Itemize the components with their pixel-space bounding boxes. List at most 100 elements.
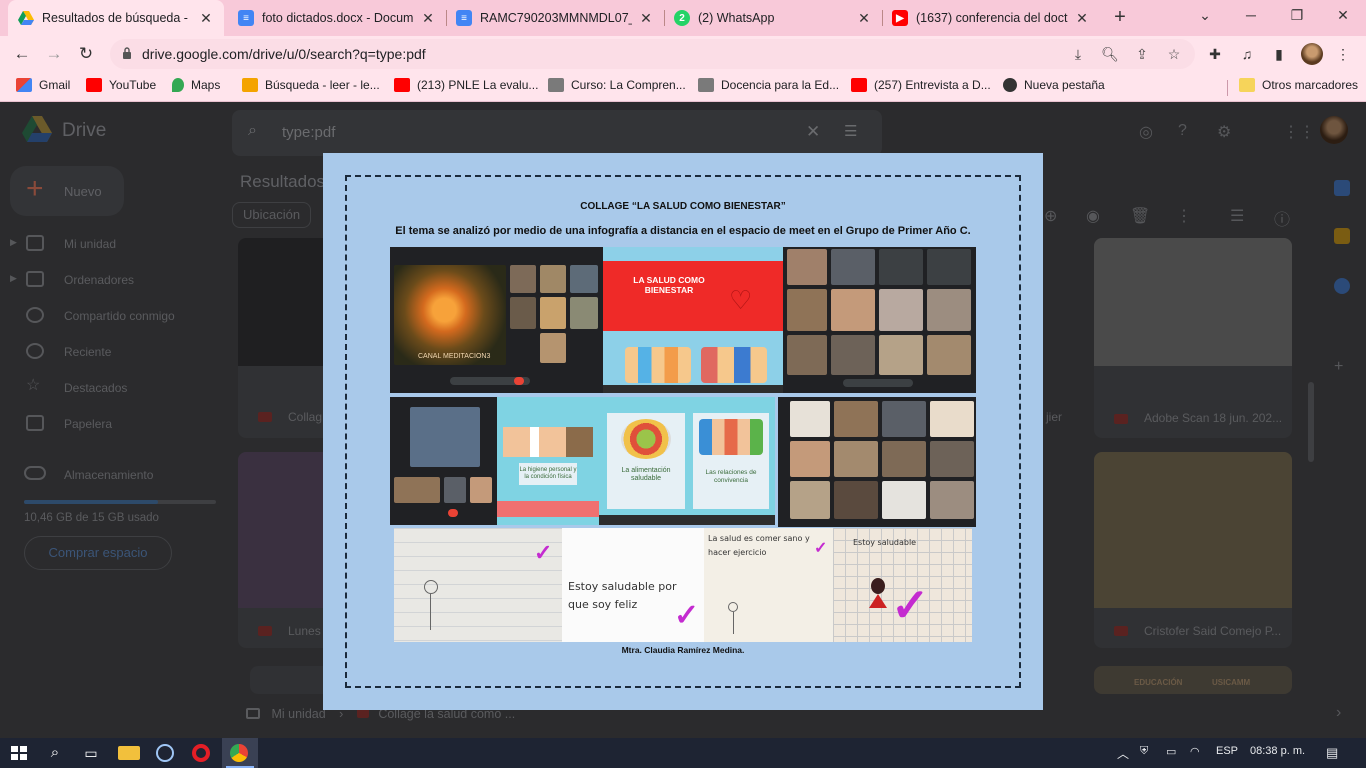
- close-icon[interactable]: ✕: [420, 10, 436, 27]
- restore-button[interactable]: ❐: [1274, 0, 1320, 30]
- tray-overflow-icon[interactable]: ︿: [1117, 745, 1129, 762]
- settings-gear-icon[interactable]: ⚙: [1217, 122, 1231, 142]
- file-name: Collag: [288, 410, 323, 424]
- notifications-icon[interactable]: ▤: [1326, 745, 1338, 761]
- tab-drive-search[interactable]: Resultados de búsqueda - Go ✕: [8, 0, 224, 36]
- profile-avatar[interactable]: [1301, 43, 1323, 65]
- security-icon[interactable]: ⛨: [1140, 745, 1148, 758]
- other-bookmarks[interactable]: Otros marcadores: [1239, 78, 1358, 92]
- close-icon[interactable]: ✕: [198, 10, 214, 27]
- sidebar-item-reciente[interactable]: Reciente: [0, 339, 230, 365]
- opera-icon[interactable]: [192, 744, 210, 762]
- file-name: Cristofer Said Comejo P...: [1144, 624, 1282, 638]
- expand-arrow-icon[interactable]: ▶: [10, 237, 17, 248]
- extensions-icon[interactable]: ✚: [1204, 44, 1226, 64]
- bookmark-youtube[interactable]: YouTube: [86, 78, 156, 92]
- zoom-icon[interactable]: 🔍︎: [1100, 45, 1120, 63]
- side-panel-icon[interactable]: ▮: [1268, 44, 1290, 64]
- sidebar-item-papelera[interactable]: Papelera: [0, 411, 230, 437]
- stick-figure-drawing: [424, 580, 438, 594]
- sidebar-item-almacenamiento[interactable]: Almacenamiento: [0, 462, 230, 488]
- task-view-icon[interactable]: ▭: [80, 743, 102, 763]
- tab-youtube-conferencia[interactable]: ▶ (1637) conferencia del docto ✕: [882, 0, 1100, 36]
- poster-title: LA SALUD COMO BIENESTAR: [633, 275, 705, 295]
- apps-grid-icon[interactable]: ⋮⋮: [1283, 122, 1315, 142]
- battery-icon[interactable]: ▭: [1166, 745, 1176, 758]
- install-icon[interactable]: ⤓: [1068, 45, 1088, 63]
- location-filter-chip[interactable]: Ubicación: [232, 202, 312, 228]
- close-icon[interactable]: ✕: [1074, 10, 1090, 27]
- language-indicator[interactable]: ESP: [1216, 745, 1238, 757]
- hangup-icon: [448, 509, 458, 517]
- breadcrumb-root[interactable]: Mi unidad: [271, 707, 325, 721]
- participant-tile: [510, 297, 536, 329]
- windows-start-icon[interactable]: [8, 743, 30, 763]
- reload-button[interactable]: ↻: [74, 42, 98, 66]
- bookmark-docencia[interactable]: Docencia para la Ed...: [698, 78, 839, 92]
- file-card[interactable]: EDUCACIÓN USICAMM: [1094, 666, 1292, 694]
- file-card[interactable]: Adobe Scan 18 jun. 202...: [1094, 238, 1292, 438]
- sidebar-item-label: Reciente: [64, 345, 112, 359]
- more-options-icon[interactable]: ⋮: [1176, 206, 1192, 226]
- bookmark-entrevista[interactable]: (257) Entrevista a D...: [851, 78, 991, 92]
- search-options-icon[interactable]: ☰: [844, 122, 857, 140]
- preview-eye-icon[interactable]: ◉: [1086, 206, 1100, 226]
- close-window-button[interactable]: ✕: [1320, 0, 1366, 30]
- add-addon-icon[interactable]: +: [1334, 358, 1343, 376]
- search-icon[interactable]: ⌕: [44, 743, 66, 763]
- trash-icon[interactable]: 🗑︎: [1130, 206, 1150, 226]
- pdf-icon: [1114, 414, 1128, 424]
- tab-title: (1637) conferencia del docto: [916, 11, 1068, 25]
- add-person-icon[interactable]: ⊕: [1044, 206, 1057, 226]
- sidebar-item-ordenadores[interactable]: ▶ Ordenadores: [0, 267, 230, 293]
- file-card[interactable]: Cristofer Said Comejo P...: [1094, 452, 1292, 648]
- new-button[interactable]: + Nuevo: [10, 166, 124, 216]
- google-docs-icon: ≡: [238, 10, 254, 26]
- sidebar-item-mi-unidad[interactable]: ▶ Mi unidad: [0, 231, 230, 257]
- buy-storage-button[interactable]: Comprar espacio: [24, 536, 172, 570]
- sidebar-item-destacados[interactable]: ☆ Destacados: [0, 375, 230, 401]
- tab-ramc[interactable]: ≡ RAMC790203MMNMDL07_N ✕: [446, 0, 664, 36]
- chevron-right-icon[interactable]: ›: [1336, 704, 1341, 722]
- close-icon[interactable]: ✕: [856, 10, 872, 27]
- cortana-icon[interactable]: [156, 744, 174, 762]
- bookmark-label: Curso: La Compren...: [571, 78, 686, 92]
- clock[interactable]: 08:38 p. m.: [1250, 745, 1305, 757]
- close-icon[interactable]: ✕: [638, 10, 654, 27]
- list-view-icon[interactable]: ☰: [1230, 206, 1244, 226]
- share-icon[interactable]: ⇪: [1132, 45, 1152, 63]
- chrome-icon[interactable]: [230, 744, 248, 762]
- scrollbar-thumb[interactable]: [1308, 382, 1314, 462]
- forward-button[interactable]: →: [42, 42, 66, 66]
- file-explorer-icon[interactable]: [118, 746, 140, 760]
- menu-icon[interactable]: ⋮: [1332, 44, 1354, 64]
- tab-whatsapp[interactable]: 2 (2) WhatsApp ✕: [664, 0, 882, 36]
- tasks-icon[interactable]: [1334, 278, 1350, 294]
- bookmark-nueva-pestana[interactable]: Nueva pestaña: [1003, 78, 1105, 92]
- back-button[interactable]: ←: [10, 42, 34, 66]
- sidebar-item-compartido[interactable]: Compartido conmigo: [0, 303, 230, 329]
- info-icon[interactable]: ⓘ: [1274, 206, 1290, 230]
- clear-search-icon[interactable]: ✕: [806, 122, 820, 142]
- bookmark-curso[interactable]: Curso: La Compren...: [548, 78, 686, 92]
- offline-status-icon[interactable]: ◎: [1139, 122, 1153, 142]
- account-avatar[interactable]: [1320, 116, 1348, 144]
- tab-search-chevron-icon[interactable]: ⌄: [1182, 0, 1228, 30]
- drive-search-box[interactable]: ⌕ type:pdf ✕ ☰: [232, 110, 882, 156]
- minimize-button[interactable]: ─: [1228, 0, 1274, 30]
- bookmark-gmail[interactable]: Gmail: [16, 78, 70, 92]
- help-icon[interactable]: ?: [1178, 122, 1187, 140]
- bookmark-star-icon[interactable]: ☆: [1164, 45, 1184, 63]
- expand-arrow-icon[interactable]: ▶: [10, 273, 17, 284]
- new-tab-button[interactable]: +: [1108, 5, 1132, 29]
- wifi-icon[interactable]: ◠: [1190, 745, 1200, 758]
- calendar-icon[interactable]: [1334, 180, 1350, 196]
- bookmark-busqueda-leer[interactable]: Búsqueda - leer - le...: [242, 78, 380, 92]
- bookmark-maps[interactable]: Maps: [172, 78, 220, 92]
- bookmark-pnle[interactable]: (213) PNLE La evalu...: [394, 78, 538, 92]
- tab-foto-dictados[interactable]: ≡ foto dictados.docx - Docume ✕: [228, 0, 446, 36]
- keep-icon[interactable]: [1334, 228, 1350, 244]
- address-bar[interactable]: drive.google.com/drive/u/0/search?q=type…: [110, 39, 1195, 69]
- media-icon[interactable]: ♫: [1236, 44, 1258, 64]
- storage-progress-bar: [24, 500, 216, 504]
